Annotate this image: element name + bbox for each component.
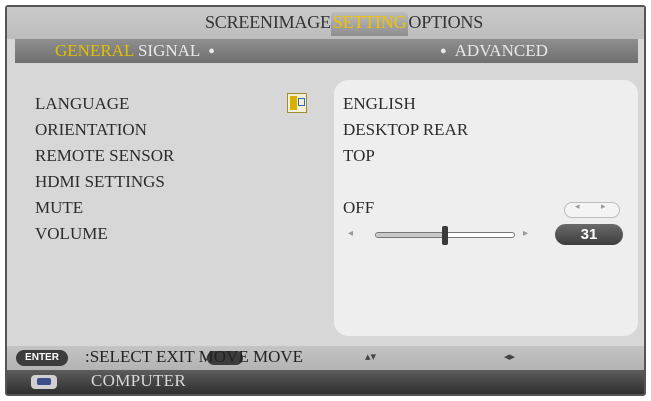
source-label: COMPUTER [91,371,186,390]
tab-screen[interactable]: SCREEN [205,12,273,32]
setting-label-language[interactable]: LANGUAGE [35,91,174,117]
setting-label-mute[interactable]: MUTE [35,195,174,221]
volume-right-arrow-icon[interactable]: ▸ [523,228,528,239]
source-bar: COMPUTER [7,370,644,394]
language-icon [287,93,307,113]
tab-setting[interactable]: SETTING [330,12,409,36]
setting-label-volume[interactable]: VOLUME [35,221,174,247]
help-text: :SELECT EXIT MOVE MOVE [85,347,304,366]
enter-key-icon: ENTER [16,350,68,366]
left-right-arrows-icon: ◂▸ [504,351,516,363]
sub-tab-bar: GENERAL SIGNAL ● ● ADVANCED [15,39,638,63]
bullet-icon: ● [440,45,447,57]
sub-tabs-left: GENERAL SIGNAL ● [55,41,223,61]
osd-menu: SCREENIMAGE SETTING OPTIONS GENERAL SIGNAL… [5,5,646,396]
subtab-advanced[interactable]: ADVANCED [455,41,548,60]
volume-left-arrow-icon[interactable]: ◂ [348,228,353,239]
sub-tabs-right: ● ADVANCED [432,41,548,61]
setting-value-orientation[interactable]: DESKTOP REAR [343,117,468,143]
subtab-general[interactable]: GENERAL [55,41,134,60]
setting-label-orientation[interactable]: ORIENTATION [35,117,174,143]
setting-value-remote-sensor[interactable]: TOP [343,143,468,169]
tabs: SCREENIMAGE SETTING OPTIONS [205,12,483,36]
volume-slider-fill [376,233,445,237]
setting-label-hdmi-settings[interactable]: HDMI SETTINGS [35,169,174,195]
setting-value-hdmi-settings [343,169,468,195]
settings-values: ENGLISH DESKTOP REAR TOP OFF [343,91,468,221]
mute-toggle-indicator[interactable]: ◂ ▸ [564,201,620,218]
volume-slider-knob[interactable] [442,226,448,245]
main-tab-bar: SCREENIMAGE SETTING OPTIONS [7,7,644,39]
setting-label-remote-sensor[interactable]: REMOTE SENSOR [35,143,174,169]
settings-labels: LANGUAGE ORIENTATION REMOTE SENSOR HDMI … [35,91,174,247]
tab-image[interactable]: IMAGE [273,12,331,32]
setting-value-language[interactable]: ENGLISH [343,91,468,117]
right-arrow-icon: ▸ [601,201,606,211]
monitor-icon [31,375,57,389]
left-arrow-icon: ◂ [575,201,580,211]
up-down-arrows-icon: ▴▾ [365,351,377,363]
bullet-icon: ● [208,45,215,57]
volume-value-badge: 31 [555,224,623,245]
help-bar: ENTER :SELECT EXIT MOVE MOVE ▴▾ ◂▸ [7,346,644,370]
setting-value-mute[interactable]: OFF [343,195,468,221]
subtab-signal[interactable]: SIGNAL [138,41,200,60]
tab-options[interactable]: OPTIONS [408,12,483,32]
